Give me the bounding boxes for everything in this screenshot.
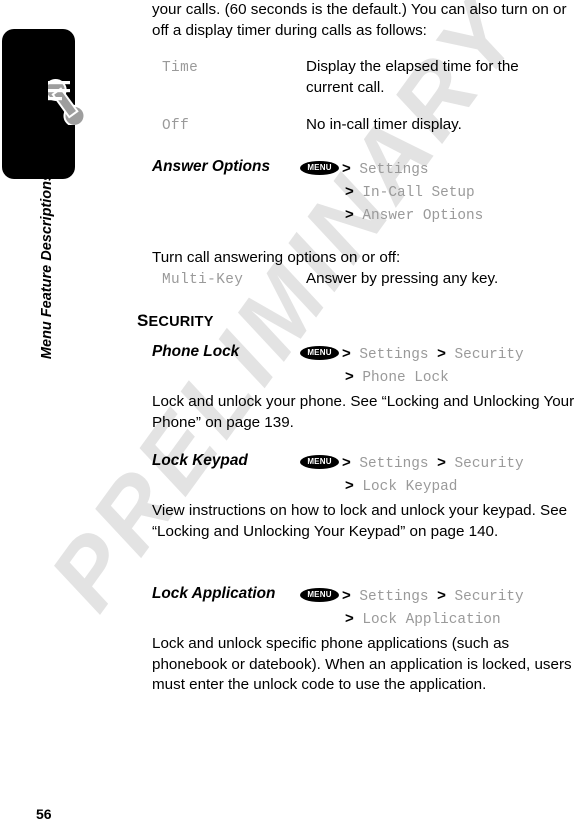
menu-key-icon[interactable]: MENU: [300, 455, 339, 470]
nav-chevron: >: [345, 477, 354, 494]
feature-name-answer-options: Answer Options: [152, 158, 271, 175]
nav-chevron: >: [437, 587, 446, 604]
nav-chevron: >: [342, 345, 351, 362]
term-off: Off: [162, 118, 190, 134]
nav-chevron: >: [342, 160, 351, 177]
nav-item-settings[interactable]: Settings: [359, 162, 428, 178]
sidebar: Menu Feature Descriptions 56: [0, 0, 140, 837]
menu-key-icon[interactable]: MENU: [300, 161, 339, 176]
intro-paragraph: your calls. (60 seconds is the default.)…: [152, 1, 567, 39]
nav-line-3: > Answer Options: [300, 204, 483, 227]
content-column: your calls. (60 seconds is the default.)…: [137, 0, 578, 837]
term-time: Time: [162, 60, 199, 76]
phone-handset-icon: [48, 78, 86, 125]
nav-item-lock-application[interactable]: Lock Application: [362, 612, 500, 628]
nav-item-in-call-setup[interactable]: In-Call Setup: [362, 185, 474, 201]
definition-time: Display the elapsed time for the current…: [306, 58, 519, 96]
nav-item-lock-keypad[interactable]: Lock Keypad: [362, 479, 457, 495]
definition-off: No in-call timer display.: [306, 116, 462, 133]
nav-line-1: MENU > Settings > Security: [300, 452, 524, 475]
nav-item-phone-lock[interactable]: Phone Lock: [362, 370, 448, 386]
phone-lock-body: Lock and unlock your phone. See “Locking…: [152, 393, 575, 431]
menu-key-icon[interactable]: MENU: [300, 346, 339, 361]
nav-chevron: >: [345, 183, 354, 200]
feature-name-lock-keypad: Lock Keypad: [152, 452, 248, 469]
nav-path-lock-application: MENU > Settings > Security > Lock Applica…: [300, 585, 524, 631]
nav-path-phone-lock: MENU > Settings > Security > Phone Lock: [300, 343, 524, 389]
feature-name-phone-lock: Phone Lock: [152, 343, 240, 360]
nav-line-2: > In-Call Setup: [300, 181, 483, 204]
nav-path-lock-keypad: MENU > Settings > Security > Lock Keypad: [300, 452, 524, 498]
nav-line-2: > Lock Keypad: [300, 475, 524, 498]
nav-chevron: >: [345, 368, 354, 385]
nav-line-2: > Phone Lock: [300, 366, 524, 389]
nav-line-2: > Lock Application: [300, 608, 524, 631]
nav-chevron: >: [437, 345, 446, 362]
feature-name-lock-application: Lock Application: [152, 585, 276, 602]
lock-keypad-body: View instructions on how to lock and unl…: [152, 502, 568, 540]
sidebar-chapter-title: Menu Feature Descriptions: [39, 172, 55, 360]
nav-chevron: >: [342, 587, 351, 604]
nav-item-security[interactable]: Security: [455, 456, 524, 472]
nav-item-settings[interactable]: Settings: [359, 347, 428, 363]
nav-chevron: >: [345, 206, 354, 223]
lock-application-body: Lock and unlock specific phone applicati…: [152, 635, 572, 693]
menu-key-icon[interactable]: MENU: [300, 588, 339, 603]
nav-item-security[interactable]: Security: [455, 589, 524, 605]
nav-item-security[interactable]: Security: [455, 347, 524, 363]
definition-multi-key: Answer by pressing any key.: [306, 270, 499, 287]
nav-line-1: MENU > Settings > Security: [300, 585, 524, 608]
manual-page: PRELIMINARY Menu Feature Descriptions 56…: [0, 0, 578, 837]
nav-item-answer-options[interactable]: Answer Options: [362, 208, 483, 224]
page-number: 56: [36, 806, 52, 822]
answer-options-description: Turn call answering options on or off:: [152, 249, 401, 266]
nav-line-1: MENU > Settings > Security: [300, 343, 524, 366]
nav-chevron: >: [345, 610, 354, 627]
term-multi-key: Multi-Key: [162, 272, 244, 288]
section-heading-rest: ECURITY: [148, 314, 214, 330]
nav-chevron: >: [342, 454, 351, 471]
section-heading-security: SECURITY: [137, 311, 214, 331]
nav-path-answer-options: MENU > Settings > In-Call Setup > Answer …: [300, 158, 483, 227]
nav-line-1: MENU > Settings: [300, 158, 483, 181]
nav-item-settings[interactable]: Settings: [359, 456, 428, 472]
nav-item-settings[interactable]: Settings: [359, 589, 428, 605]
nav-chevron: >: [437, 454, 446, 471]
